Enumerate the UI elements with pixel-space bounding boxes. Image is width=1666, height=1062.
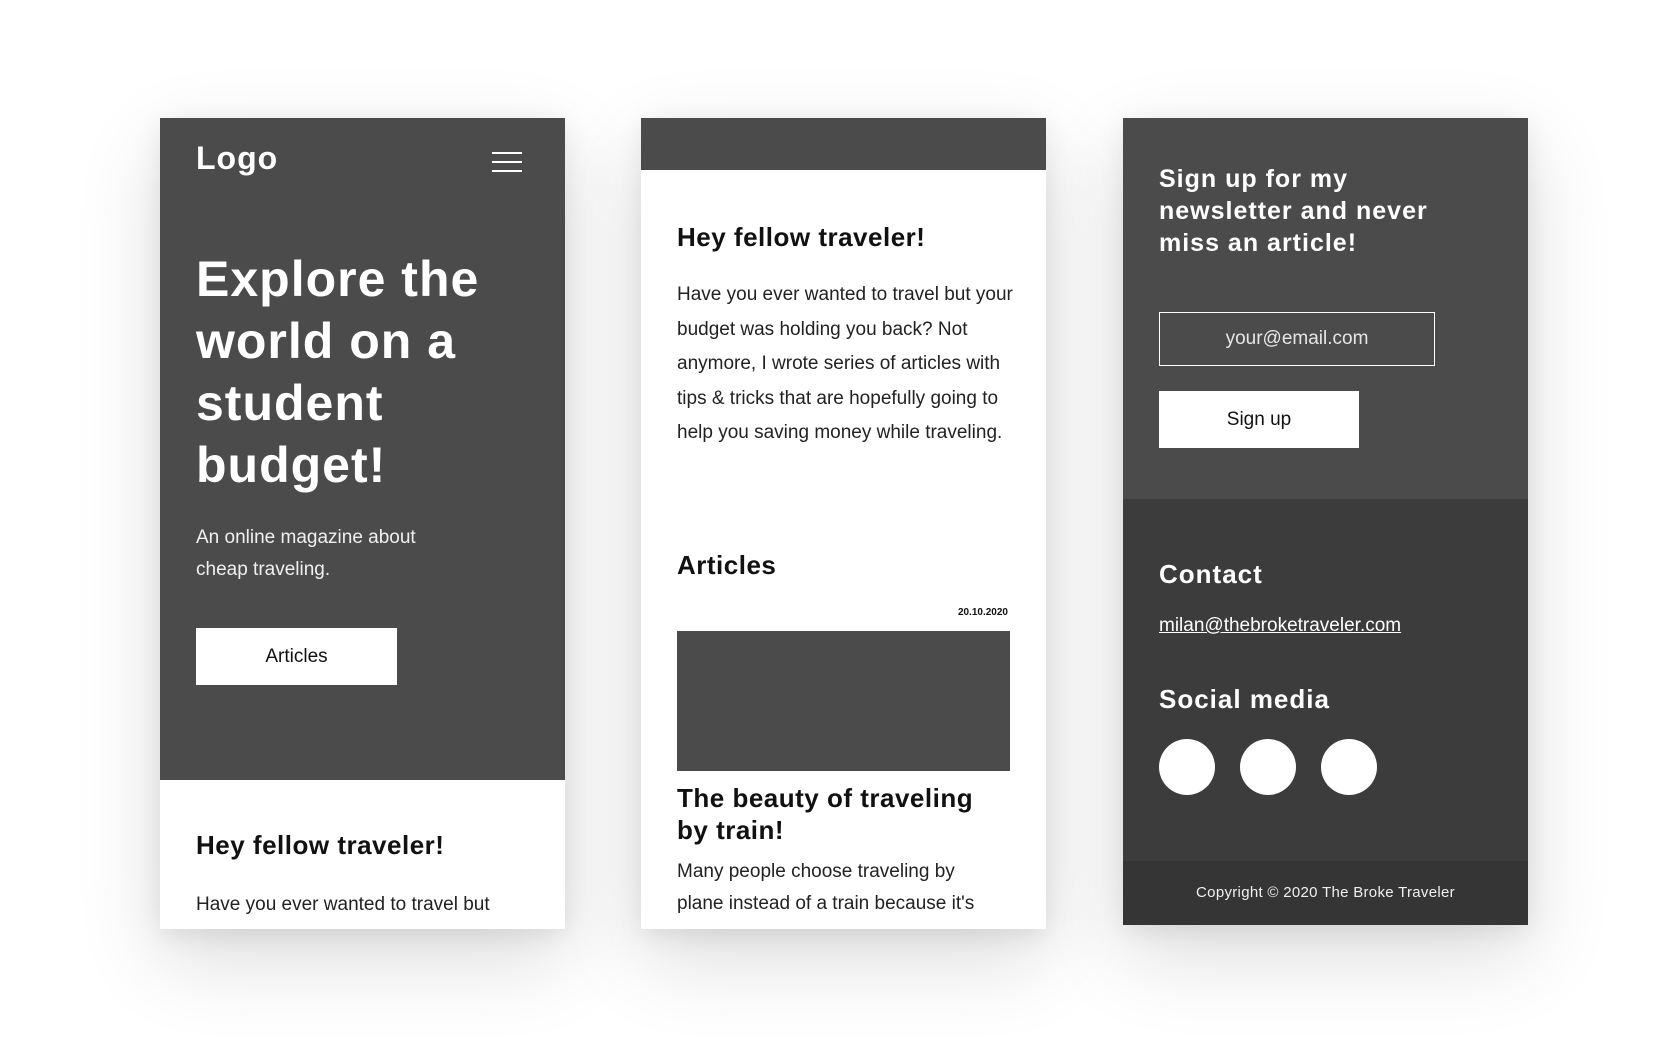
contact-email-link[interactable]: milan@thebroketraveler.com <box>1159 615 1401 637</box>
newsletter-title: Sign up for my newsletter and never miss… <box>1159 165 1428 257</box>
newsletter-section: Sign up for my newsletter and never miss… <box>1123 118 1528 499</box>
mockup-stage: Logo Explore the world on a student budg… <box>0 0 1666 1062</box>
article-image-placeholder[interactable] <box>677 631 1010 771</box>
social-icon-3[interactable] <box>1321 739 1377 795</box>
social-media-heading: Social media <box>1159 684 1330 714</box>
hero-section: Logo Explore the world on a student budg… <box>160 118 565 780</box>
signup-button[interactable]: Sign up <box>1159 391 1359 448</box>
mobile-screen-home: Logo Explore the world on a student budg… <box>160 118 565 929</box>
article-excerpt: Many people choose traveling by plane in… <box>677 861 975 914</box>
intro-title: Hey fellow traveler! <box>677 222 926 252</box>
hero-subtitle: An online magazine about cheap traveling… <box>196 527 416 580</box>
hamburger-menu-icon[interactable] <box>492 152 522 174</box>
articles-button[interactable]: Articles <box>196 628 397 685</box>
social-icon-2[interactable] <box>1240 739 1296 795</box>
logo[interactable]: Logo <box>196 140 278 177</box>
article-title[interactable]: The beauty of traveling by train! <box>677 782 1007 846</box>
copyright-text: Copyright © 2020 The Broke Traveler <box>1123 861 1528 925</box>
hero-title: Explore the world on a student budget! <box>196 251 480 493</box>
intro-title: Hey fellow traveler! <box>196 830 445 860</box>
articles-heading: Articles <box>677 550 777 580</box>
intro-text: Have you ever wanted to travel but <box>196 894 490 915</box>
mobile-screen-articles: Hey fellow traveler! Have you ever wante… <box>641 118 1046 929</box>
header-bar <box>641 118 1046 170</box>
intro-text: Have you ever wanted to travel but your … <box>677 284 1013 443</box>
contact-heading: Contact <box>1159 559 1263 589</box>
email-input[interactable] <box>1159 312 1435 366</box>
article-date: 20.10.2020 <box>957 607 1008 618</box>
footer-section: Contact milan@thebroketraveler.com Socia… <box>1123 499 1528 861</box>
mobile-screen-footer: Sign up for my newsletter and never miss… <box>1123 118 1528 925</box>
social-icon-1[interactable] <box>1159 739 1215 795</box>
